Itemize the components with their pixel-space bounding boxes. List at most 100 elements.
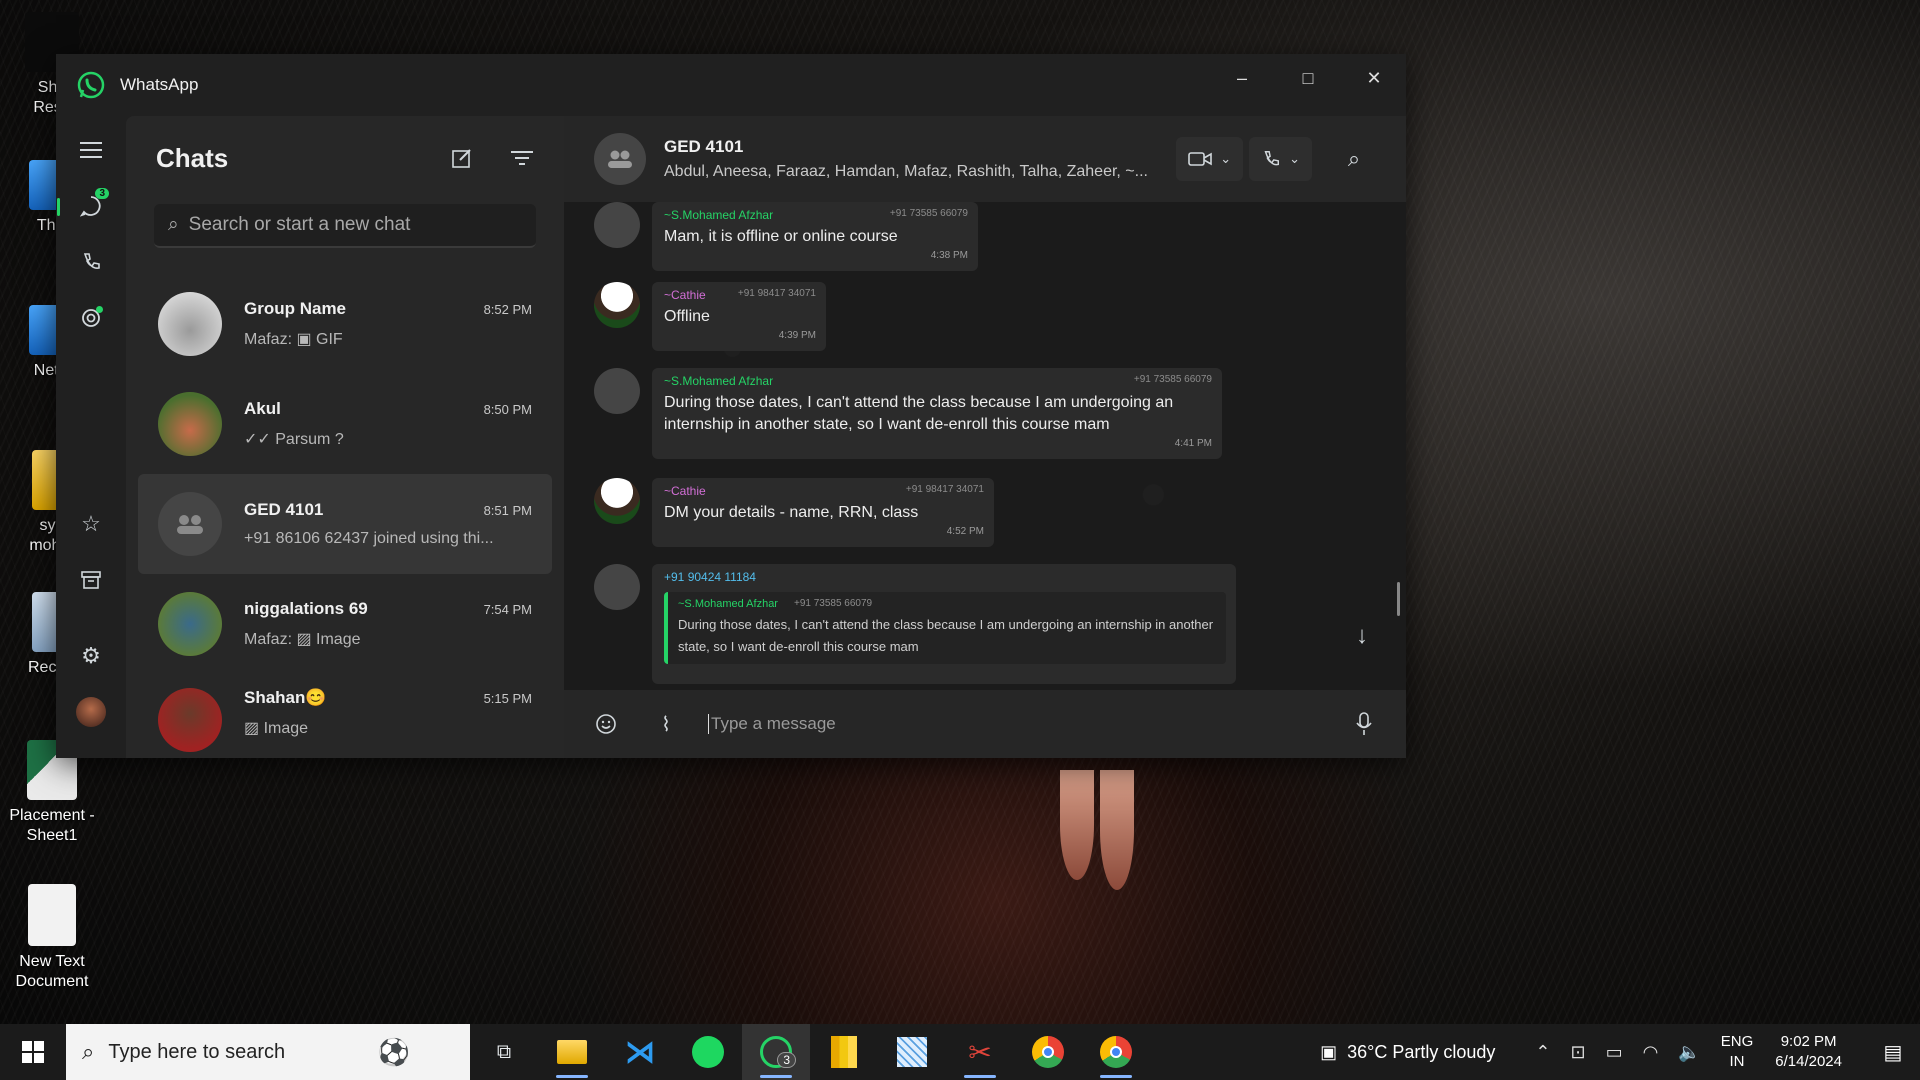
smiley-icon bbox=[596, 714, 616, 734]
quoted-message[interactable]: ~S.Mohamed Afzhar +91 73585 66079 During … bbox=[664, 592, 1226, 664]
message: ~S.Mohamed Afzhar +91 73585 66079 During … bbox=[594, 368, 1222, 459]
emoji-button[interactable] bbox=[588, 706, 624, 742]
chrome-profile-button[interactable] bbox=[1082, 1024, 1150, 1080]
sketch-tool-button[interactable]: ✂ bbox=[946, 1024, 1014, 1080]
search-icon: ⌕ bbox=[168, 214, 179, 235]
chats-heading: Chats bbox=[156, 142, 229, 173]
filter-button[interactable] bbox=[506, 142, 538, 174]
chat-time: 8:52 PM bbox=[483, 302, 532, 317]
conversation-header[interactable]: GED 4101 Abdul, Aneesa, Faraaz, Hamdan, … bbox=[564, 116, 1406, 202]
status-nav-button[interactable] bbox=[71, 298, 111, 338]
starred-nav-button[interactable]: ☆ bbox=[71, 504, 111, 544]
chat-list-item[interactable]: Shahan😊 5:15 PM ▨ Image bbox=[138, 674, 552, 754]
phone-icon bbox=[83, 253, 100, 270]
chat-list-item[interactable]: Group Name 8:52 PM Mafaz: ▣ GIF bbox=[138, 274, 552, 374]
sender-avatar bbox=[594, 368, 640, 414]
archived-nav-button[interactable] bbox=[71, 560, 111, 600]
chevron-up-icon[interactable]: ⌃ bbox=[1535, 1042, 1550, 1063]
chat-list-item[interactable]: Akul 8:50 PM ✓✓ Parsum ? bbox=[138, 374, 552, 474]
message-bubble[interactable]: +91 90424 11184 ~S.Mohamed Afzhar +91 735… bbox=[652, 564, 1236, 684]
chat-list-panel: Chats ⌕ Search or start a new chat Group… bbox=[126, 116, 564, 758]
wifi-icon[interactable]: ◠ bbox=[1643, 1042, 1659, 1063]
sender-phone: +91 98417 34071 bbox=[905, 484, 984, 495]
attach-button[interactable]: ⌇ bbox=[648, 706, 684, 742]
chat-preview: ✓✓ Parsum ? bbox=[244, 431, 344, 448]
phone-icon bbox=[1264, 151, 1280, 166]
close-button[interactable]: ✕ bbox=[1342, 54, 1406, 102]
message: ~Cathie +91 98417 34071 Offline 4:39 PM bbox=[594, 282, 826, 351]
message-bubble[interactable]: ~S.Mohamed Afzhar +91 73585 66079 Mam, it… bbox=[652, 202, 978, 271]
unread-badge: 3 bbox=[95, 188, 109, 199]
chrome-button[interactable] bbox=[1014, 1024, 1082, 1080]
voice-message-button[interactable] bbox=[1346, 706, 1382, 742]
group-members: Abdul, Aneesa, Faraaz, Hamdan, Mafaz, Ra… bbox=[664, 163, 1148, 180]
star-icon: ☆ bbox=[81, 511, 101, 536]
powerbi-button[interactable] bbox=[810, 1024, 878, 1080]
message-bubble[interactable]: ~Cathie +91 98417 34071 DM your details -… bbox=[652, 478, 994, 547]
scissors-icon: ✂ bbox=[968, 1036, 992, 1068]
scrollbar[interactable] bbox=[1397, 582, 1400, 616]
chat-time: 5:15 PM bbox=[483, 691, 532, 706]
meet-now-icon[interactable]: ⊡ bbox=[1571, 1042, 1586, 1063]
search-icon: ⌕ bbox=[1347, 146, 1361, 171]
windows-logo-icon bbox=[22, 1041, 44, 1063]
file-explorer-button[interactable] bbox=[538, 1024, 606, 1080]
whatsapp-taskbar-button[interactable]: 3 bbox=[742, 1024, 810, 1080]
menu-button[interactable] bbox=[71, 130, 111, 170]
chevron-down-icon: ⌄ bbox=[1220, 151, 1232, 166]
new-chat-button[interactable] bbox=[446, 142, 478, 174]
sender-avatar bbox=[594, 282, 640, 328]
message-bubble[interactable]: ~Cathie +91 98417 34071 Offline 4:39 PM bbox=[652, 282, 826, 351]
search-messages-button[interactable]: ⌕ bbox=[1332, 146, 1376, 172]
notification-center-button[interactable]: ▤ bbox=[1866, 1040, 1920, 1065]
message-text: DM your details - name, RRN, class bbox=[664, 504, 919, 521]
search-input[interactable]: ⌕ Search or start a new chat bbox=[154, 204, 536, 248]
weather-widget[interactable]: ▣ 36°C Partly cloudy bbox=[1320, 1042, 1495, 1063]
running-indicator bbox=[964, 1075, 996, 1078]
battery-icon[interactable]: ▭ bbox=[1606, 1042, 1623, 1063]
video-camera-icon bbox=[1188, 152, 1212, 166]
start-button[interactable] bbox=[0, 1024, 66, 1080]
chat-list-item-selected[interactable]: GED 4101 8:51 PM +91 86106 62437 joined … bbox=[138, 474, 552, 574]
active-indicator bbox=[57, 198, 60, 216]
clock[interactable]: 9:02 PM 6/14/2024 bbox=[1775, 1032, 1842, 1072]
spotify-icon bbox=[692, 1036, 724, 1068]
message-time: 4:52 PM bbox=[946, 526, 984, 537]
minimize-button[interactable]: – bbox=[1210, 54, 1274, 102]
language-code: ENG bbox=[1720, 1033, 1754, 1050]
spotify-button[interactable] bbox=[674, 1024, 742, 1080]
chat-list-item[interactable]: niggalations 69 7:54 PM Mafaz: ▨ Image bbox=[138, 574, 552, 674]
settings-nav-button[interactable]: ⚙ bbox=[71, 636, 111, 676]
scroll-to-bottom-button[interactable]: ↓ bbox=[1356, 622, 1368, 650]
chrome-icon bbox=[1032, 1036, 1064, 1068]
chat-avatar bbox=[158, 292, 222, 356]
sender-name: ~S.Mohamed Afzhar bbox=[664, 208, 774, 222]
calls-nav-button[interactable] bbox=[71, 242, 111, 282]
wallpaper-fang-right bbox=[1100, 770, 1134, 890]
weather-text: 36°C Partly cloudy bbox=[1347, 1041, 1496, 1062]
navigation-rail: 3 ☆ ⚙ bbox=[56, 116, 126, 758]
desktop-icon-new-text-document[interactable]: New Text Document bbox=[0, 884, 104, 992]
sender-name: +91 90424 11184 bbox=[664, 570, 756, 584]
task-view-button[interactable]: ⧉ bbox=[470, 1024, 538, 1080]
gear-icon: ⚙ bbox=[81, 643, 101, 668]
voice-call-button[interactable]: ⌄ bbox=[1249, 137, 1312, 181]
message-area: ~S.Mohamed Afzhar +91 73585 66079 Mam, it… bbox=[564, 202, 1406, 690]
quoted-text: During those dates, I can't attend the c… bbox=[678, 617, 1214, 654]
sender-phone: +91 73585 66079 bbox=[889, 208, 968, 219]
message-bubble[interactable]: ~S.Mohamed Afzhar +91 73585 66079 During … bbox=[652, 368, 1222, 459]
message-input[interactable]: Type a message bbox=[708, 714, 1346, 734]
video-call-button[interactable]: ⌄ bbox=[1176, 137, 1244, 181]
taskbar-search-input[interactable]: ⌕ Type here to search ⚽ bbox=[66, 1024, 470, 1080]
title-bar[interactable]: WhatsApp – □ ✕ bbox=[56, 54, 1406, 116]
vscode-button[interactable]: ⋊ bbox=[606, 1024, 674, 1080]
profile-button[interactable] bbox=[71, 692, 111, 732]
system-tray: ▣ 36°C Partly cloudy ⌃ ⊡ ▭ ◠ 🔈 ENG IN 9:… bbox=[1320, 1024, 1920, 1080]
language-indicator[interactable]: ENG IN bbox=[1721, 1032, 1754, 1072]
taskbar-search-placeholder: Type here to search bbox=[108, 1040, 286, 1063]
maximize-button[interactable]: □ bbox=[1276, 54, 1340, 102]
snipping-tool-button[interactable] bbox=[878, 1024, 946, 1080]
group-avatar bbox=[158, 492, 222, 556]
volume-icon[interactable]: 🔈 bbox=[1678, 1042, 1700, 1063]
chats-nav-button[interactable]: 3 bbox=[57, 186, 111, 226]
